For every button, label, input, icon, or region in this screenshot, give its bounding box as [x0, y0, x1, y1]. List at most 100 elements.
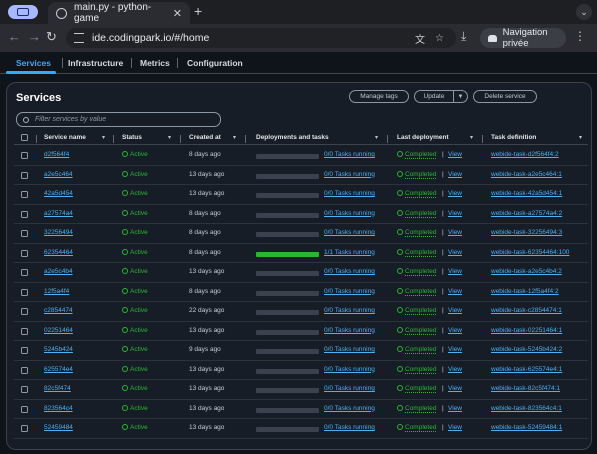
- column-last-deployment[interactable]: Last deployment: [397, 134, 449, 141]
- task-definition-link[interactable]: webide-task-32256494:3: [491, 229, 562, 236]
- tasks-running-link[interactable]: 0/0 Tasks running: [324, 268, 375, 275]
- row-checkbox[interactable]: [21, 308, 28, 315]
- tasks-running-link[interactable]: 0/0 Tasks running: [324, 307, 375, 314]
- sort-icon[interactable]: ▾: [470, 134, 473, 141]
- update-button[interactable]: Update: [414, 90, 454, 103]
- row-checkbox[interactable]: [21, 327, 28, 335]
- view-deployment-link[interactable]: View: [448, 405, 462, 412]
- sort-icon[interactable]: ▾: [102, 134, 105, 141]
- view-deployment-link[interactable]: View: [448, 190, 462, 197]
- tasks-running-link[interactable]: 0/0 Tasks running: [324, 171, 375, 178]
- view-deployment-link[interactable]: View: [448, 151, 462, 158]
- view-deployment-link[interactable]: View: [448, 385, 462, 392]
- deployment-status-text[interactable]: Completed: [405, 404, 437, 413]
- table-row[interactable]: a27574a4 Active 8 days ago 0/0 Tasks runnin…: [14, 205, 588, 224]
- table-row[interactable]: 42a5d454 Active 13 days ago 0/0 Tasks runni…: [14, 185, 588, 205]
- table-row[interactable]: 32256494 Active 8 days ago 0/0 Tasks runnin…: [14, 224, 588, 244]
- address-bar[interactable]: ide.codingpark.io/#/home 文 ☆: [66, 28, 456, 48]
- view-deployment-link[interactable]: View: [448, 229, 462, 236]
- service-name-link[interactable]: a2e5c4b4: [44, 268, 73, 275]
- deployment-status-text[interactable]: Completed: [405, 268, 437, 276]
- close-icon[interactable]: ✕: [173, 7, 182, 20]
- deployment-status-text[interactable]: Completed: [405, 385, 437, 393]
- sort-icon[interactable]: ▾: [375, 134, 378, 141]
- tune-icon[interactable]: [74, 33, 84, 43]
- column-task-definition[interactable]: Task definition: [491, 134, 536, 141]
- row-checkbox[interactable]: [21, 405, 28, 413]
- view-deployment-link[interactable]: View: [448, 210, 462, 217]
- row-checkbox[interactable]: [21, 366, 28, 374]
- tasks-running-link[interactable]: 0/0 Tasks running: [324, 210, 375, 217]
- table-row[interactable]: 5245b424 Active 9 days ago 0/0 Tasks runnin…: [14, 341, 588, 361]
- task-definition-link[interactable]: webide-task-12f5a4f4:2: [491, 288, 559, 295]
- row-checkbox[interactable]: [21, 152, 28, 159]
- view-deployment-link[interactable]: View: [448, 307, 462, 314]
- table-row[interactable]: 625574e4 Active 13 days ago 0/0 Tasks runni…: [14, 361, 588, 380]
- row-checkbox[interactable]: [21, 249, 28, 257]
- deployment-status-text[interactable]: Completed: [405, 229, 437, 237]
- table-row[interactable]: d2f564f4 Active 8 days ago 0/0 Tasks runnin…: [14, 146, 588, 166]
- tasks-running-link[interactable]: 0/0 Tasks running: [324, 366, 375, 373]
- plus-icon[interactable]: +: [194, 3, 202, 19]
- service-name-link[interactable]: 32256494: [44, 229, 73, 236]
- table-row[interactable]: 12f5a4f4 Active 8 days ago 0/0 Tasks runnin…: [14, 283, 588, 302]
- task-definition-link[interactable]: webide-task-5245b424:2: [491, 346, 562, 353]
- column-status[interactable]: Status: [122, 134, 142, 141]
- select-all-checkbox[interactable]: [21, 134, 28, 141]
- task-definition-link[interactable]: webide-task-62354464:100: [491, 249, 569, 256]
- row-checkbox[interactable]: [21, 269, 28, 276]
- task-definition-link[interactable]: webide-task-82c5f474:1: [491, 385, 560, 392]
- table-row[interactable]: a2e5c464 Active 13 days ago 0/0 Tasks runni…: [14, 166, 588, 185]
- tasks-running-link[interactable]: 0/0 Tasks running: [324, 327, 375, 334]
- service-name-link[interactable]: 12f5a4f4: [44, 288, 69, 295]
- tab-metrics[interactable]: Metrics: [140, 58, 170, 68]
- column-deployments[interactable]: Deployments and tasks: [256, 134, 329, 141]
- deployment-status-text[interactable]: Completed: [405, 248, 437, 257]
- task-definition-link[interactable]: webide-task-d2f564f4:2: [491, 151, 559, 158]
- tasks-running-link[interactable]: 1/1 Tasks running: [324, 249, 375, 256]
- view-deployment-link[interactable]: View: [448, 268, 462, 275]
- table-row[interactable]: a2e5c4b4 Active 13 days ago 0/0 Tasks runni…: [14, 263, 588, 283]
- kebab-menu-icon[interactable]: ⋮: [574, 29, 586, 43]
- tasks-running-link[interactable]: 0/0 Tasks running: [324, 424, 375, 431]
- tab-configuration[interactable]: Configuration: [187, 58, 243, 68]
- service-name-link[interactable]: a2e5c464: [44, 171, 73, 178]
- download-icon[interactable]: ⤓: [461, 29, 466, 44]
- service-name-link[interactable]: 625574e4: [44, 366, 73, 373]
- reload-icon[interactable]: ↻: [46, 29, 57, 45]
- deployment-status-text[interactable]: Completed: [405, 424, 437, 432]
- delete-service-button[interactable]: Delete service: [473, 90, 537, 103]
- search-input[interactable]: Filter services by value: [16, 112, 221, 127]
- arrow-left-icon[interactable]: ←: [8, 29, 21, 44]
- deployment-status-text[interactable]: Completed: [405, 326, 437, 335]
- translate-icon[interactable]: 文: [415, 31, 425, 46]
- caret-down-icon[interactable]: ▼: [453, 90, 468, 103]
- table-row[interactable]: 62354464 Active 8 days ago 1/1 Tasks runnin…: [14, 244, 588, 263]
- task-definition-link[interactable]: webide-task-a27574a4:2: [491, 210, 562, 217]
- tasks-running-link[interactable]: 0/0 Tasks running: [324, 405, 375, 412]
- row-checkbox[interactable]: [21, 191, 28, 198]
- tasks-running-link[interactable]: 0/0 Tasks running: [324, 385, 375, 392]
- service-name-link[interactable]: c2854474: [44, 307, 73, 314]
- task-definition-link[interactable]: webide-task-a2e5c464:1: [491, 171, 562, 178]
- row-checkbox[interactable]: [21, 288, 28, 296]
- task-definition-link[interactable]: webide-task-c2854474:1: [491, 307, 562, 314]
- row-checkbox[interactable]: [21, 230, 28, 237]
- row-checkbox[interactable]: [21, 210, 28, 218]
- column-service-name[interactable]: Service name: [44, 134, 86, 141]
- row-checkbox[interactable]: [21, 386, 28, 393]
- view-deployment-link[interactable]: View: [448, 424, 462, 431]
- service-name-link[interactable]: d2f564f4: [44, 151, 69, 158]
- row-checkbox[interactable]: [21, 171, 28, 179]
- table-row[interactable]: 823564c4 Active 13 days ago 0/0 Tasks runni…: [14, 400, 588, 419]
- chevron-down-icon[interactable]: ⌄: [576, 4, 592, 20]
- view-deployment-link[interactable]: View: [448, 249, 462, 256]
- deployment-status-text[interactable]: Completed: [405, 209, 437, 218]
- service-name-link[interactable]: 823564c4: [44, 405, 73, 412]
- task-definition-link[interactable]: webide-task-42a5d454:1: [491, 190, 562, 197]
- tasks-running-link[interactable]: 0/0 Tasks running: [324, 151, 375, 158]
- tasks-running-link[interactable]: 0/0 Tasks running: [324, 229, 375, 236]
- task-definition-link[interactable]: webide-task-52459484:1: [491, 424, 562, 431]
- tasks-running-link[interactable]: 0/0 Tasks running: [324, 288, 375, 295]
- deployment-status-text[interactable]: Completed: [405, 346, 437, 354]
